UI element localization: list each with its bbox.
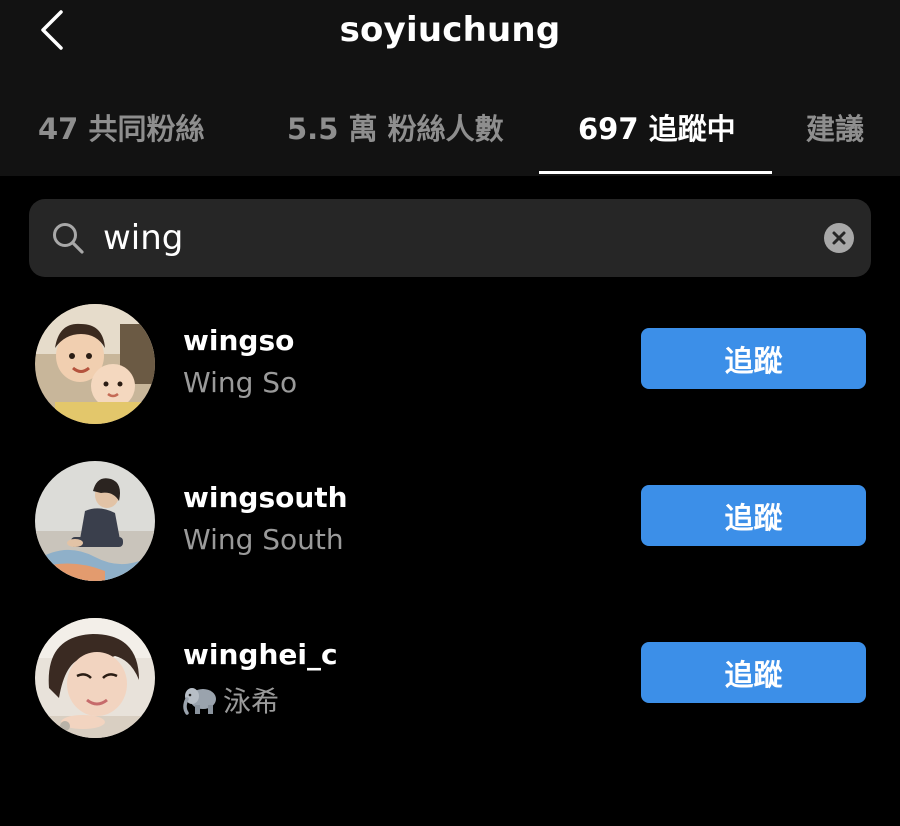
- tab-following[interactable]: 697 追蹤中: [578, 106, 736, 152]
- active-tab-indicator: [539, 171, 772, 174]
- search-bar: [29, 199, 871, 277]
- search-icon: [53, 223, 84, 254]
- full-name: Wing So: [183, 366, 298, 399]
- elephant-emoji-icon: [183, 688, 216, 715]
- list-item: wingso Wing So 追蹤: [0, 302, 900, 452]
- full-name: 泳希: [183, 680, 279, 720]
- page-title: soyiuchung: [339, 10, 561, 50]
- clear-icon[interactable]: [824, 223, 854, 253]
- tab-followers[interactable]: 5.5 萬 粉絲人數: [287, 106, 504, 152]
- username[interactable]: winghei_c: [183, 638, 338, 671]
- username[interactable]: wingsouth: [183, 481, 348, 514]
- avatar[interactable]: [35, 461, 155, 581]
- avatar[interactable]: [35, 618, 155, 738]
- follow-button[interactable]: 追蹤: [641, 328, 866, 389]
- full-name: Wing South: [183, 523, 344, 556]
- search-input[interactable]: [103, 212, 803, 264]
- list-item: winghei_c 泳希 追蹤: [0, 616, 900, 766]
- username[interactable]: wingso: [183, 324, 294, 357]
- list-item: wingsouth Wing South 追蹤: [0, 459, 900, 609]
- full-name-text: 泳希: [223, 685, 280, 718]
- top-bar: soyiuchung 47 共同粉絲 5.5 萬 粉絲人數 697 追蹤中 建議: [0, 0, 900, 176]
- avatar[interactable]: [35, 304, 155, 424]
- tab-suggestions[interactable]: 建議: [806, 106, 864, 152]
- follow-button[interactable]: 追蹤: [641, 485, 866, 546]
- tab-mutual-followers[interactable]: 47 共同粉絲: [38, 106, 204, 152]
- follow-button[interactable]: 追蹤: [641, 642, 866, 703]
